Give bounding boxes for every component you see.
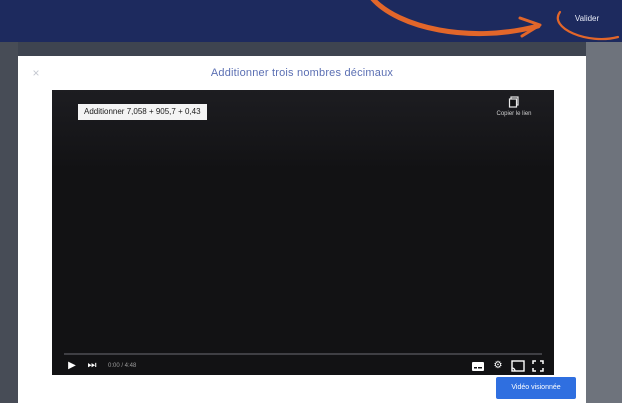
progress-bar[interactable] <box>64 353 542 355</box>
modal-footer: Vidéo visionnée <box>18 375 586 403</box>
cast-icon[interactable] <box>510 358 526 374</box>
player-top-gradient <box>52 90 554 170</box>
play-icon[interactable]: ▶ <box>64 358 80 374</box>
annotation-arrow <box>370 0 620 41</box>
video-caption: Additionner 7,058 + 905,7 + 0,43 <box>78 104 207 120</box>
video-watched-button[interactable]: Vidéo visionnée <box>496 377 576 399</box>
settings-icon[interactable]: ⚙ <box>490 358 506 374</box>
player-controls: ▶ ⏭ 0:00 / 4:48 ⚙ <box>52 357 554 375</box>
page: Valider × Additionner trois nombres déci… <box>0 0 622 403</box>
time-display: 0:00 / 4:48 <box>108 363 137 369</box>
modal-header: × Additionner trois nombres décimaux <box>18 56 586 90</box>
background-left-panel <box>0 42 18 403</box>
subtitles-icon[interactable] <box>470 358 486 374</box>
copy-link-label: Copier le lien <box>496 111 532 117</box>
copy-link-icon <box>508 96 519 108</box>
copy-link-button[interactable]: Copier le lien <box>484 96 544 124</box>
fullscreen-icon[interactable] <box>530 358 546 374</box>
modal-title: Additionner trois nombres décimaux <box>210 67 394 79</box>
next-icon[interactable]: ⏭ <box>84 358 100 374</box>
video-player[interactable]: Additionner 7,058 + 905,7 + 0,43 Copier … <box>52 90 554 375</box>
video-modal: × Additionner trois nombres décimaux Add… <box>18 56 586 403</box>
background-right-panel <box>586 42 622 403</box>
